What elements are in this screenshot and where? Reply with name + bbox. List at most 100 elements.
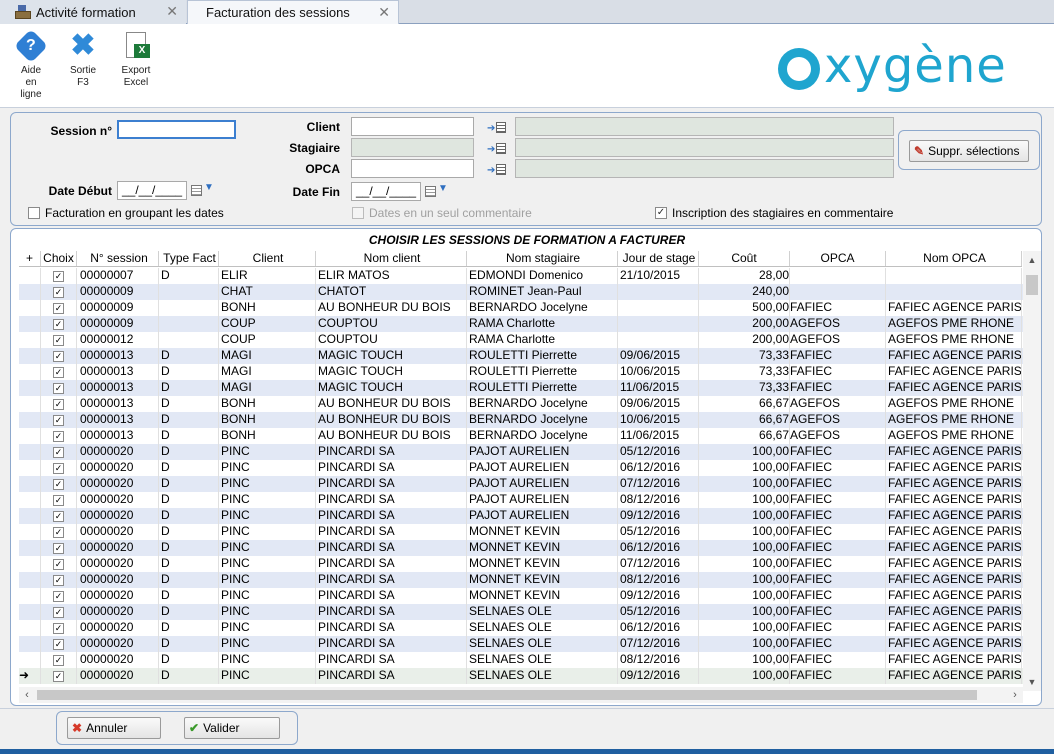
row-checkbox[interactable]: ✓ [41, 460, 77, 476]
scroll-right-icon[interactable]: › [1007, 687, 1023, 703]
column-header[interactable]: N° session [77, 251, 159, 266]
checkbox-box[interactable]: ✓ [53, 495, 64, 506]
table-row[interactable]: ✓ 00000020 D PINC PINCARDI SA MONNET KEVIN 05/… [19, 524, 1023, 540]
export-excel-button[interactable]: X Export Excel [116, 30, 156, 89]
vertical-scrollbar[interactable]: ▲ ▼ [1023, 251, 1041, 691]
table-row[interactable]: ✓ 00000020 D PINC PINCARDI SA PAJOT AURELIEN 0… [19, 460, 1023, 476]
tab-activite-formation[interactable]: Activité formation ✕ [0, 0, 186, 24]
table-row[interactable]: ✓ 00000020 D PINC PINCARDI SA PAJOT AURELIEN 0… [19, 444, 1023, 460]
row-checkbox[interactable]: ✓ [41, 540, 77, 556]
column-header[interactable]: Nom client [316, 251, 467, 266]
checkbox-box[interactable]: ✓ [53, 287, 64, 298]
column-header[interactable]: Type Fact [159, 251, 219, 266]
inscription-checkbox[interactable]: ✓ Inscription des stagiaires en commenta… [655, 206, 893, 220]
table-row[interactable]: ✓ 00000009 COUP COUPTOU RAMA Charlotte 200,00… [19, 316, 1023, 332]
suppr-selections-button[interactable]: ✎ Suppr. sélections [909, 140, 1029, 162]
checkbox-box[interactable]: ✓ [53, 639, 64, 650]
checkbox-box[interactable]: ✓ [53, 303, 64, 314]
table-row[interactable]: ✓ 00000020 D PINC PINCARDI SA MONNET KEVIN 07/… [19, 556, 1023, 572]
checkbox-box[interactable]: ✓ [53, 655, 64, 666]
calendar-icon[interactable]: ▼ [191, 182, 215, 198]
column-header[interactable]: OPCA [790, 251, 886, 266]
checkbox-box[interactable]: ✓ [53, 479, 64, 490]
tab-facturation-sessions[interactable]: Facturation des sessions ✕ [187, 0, 399, 24]
checkbox-box[interactable]: ✓ [53, 559, 64, 570]
row-checkbox[interactable]: ✓ [41, 444, 77, 460]
horizontal-scrollbar[interactable]: ‹ › [19, 687, 1023, 703]
row-checkbox[interactable]: ✓ [41, 668, 77, 684]
scroll-down-icon[interactable]: ▼ [1023, 673, 1041, 691]
calendar-icon[interactable]: ▼ [425, 183, 449, 199]
cancel-button[interactable]: ✖ Annuler [67, 717, 161, 739]
row-checkbox[interactable]: ✓ [41, 300, 77, 316]
row-checkbox[interactable]: ✓ [41, 604, 77, 620]
checkbox-box[interactable]: ✓ [53, 271, 64, 282]
row-checkbox[interactable]: ✓ [41, 284, 77, 300]
row-checkbox[interactable]: ✓ [41, 556, 77, 572]
checkbox-box[interactable]: ✓ [53, 431, 64, 442]
row-checkbox[interactable]: ✓ [41, 652, 77, 668]
checkbox-box[interactable]: ✓ [53, 543, 64, 554]
session-input[interactable] [117, 120, 236, 139]
close-icon[interactable]: ✕ [166, 3, 178, 20]
column-header[interactable]: Nom OPCA [886, 251, 1022, 266]
row-checkbox[interactable]: ✓ [41, 268, 77, 284]
table-row[interactable]: ✓ 00000013 D BONH AU BONHEUR DU BOIS BERNARDO… [19, 428, 1023, 444]
table-row[interactable]: ✓ 00000020 D PINC PINCARDI SA MONNET KEVIN 09/… [19, 588, 1023, 604]
row-checkbox[interactable]: ✓ [41, 620, 77, 636]
checkbox-box[interactable]: ✓ [655, 207, 667, 219]
checkbox-box[interactable] [28, 207, 40, 219]
scroll-thumb[interactable] [37, 690, 977, 700]
date-debut-input[interactable]: __/__/____ [117, 181, 187, 200]
table-row[interactable]: ✓ 00000020 D PINC PINCARDI SA PAJOT AURELIEN 0… [19, 476, 1023, 492]
table-row[interactable]: ✓ 00000013 D MAGI MAGIC TOUCH ROULETTI Pierre… [19, 348, 1023, 364]
table-row[interactable]: ✓ 00000020 D PINC PINCARDI SA SELNAES OLE 06/1… [19, 620, 1023, 636]
group-dates-checkbox[interactable]: Facturation en groupant les dates [28, 206, 224, 220]
table-row[interactable]: ✓ 00000013 D MAGI MAGIC TOUCH ROULETTI Pierre… [19, 380, 1023, 396]
checkbox-box[interactable]: ✓ [53, 319, 64, 330]
checkbox-box[interactable]: ✓ [53, 399, 64, 410]
opca-lookup-icon[interactable]: ➔ [487, 163, 507, 177]
row-checkbox[interactable]: ✓ [41, 636, 77, 652]
validate-button[interactable]: ✔ Valider [184, 717, 280, 739]
table-row[interactable]: ✓ 00000009 CHAT CHATOT ROMINET Jean-Paul 240,… [19, 284, 1023, 300]
table-row[interactable]: ✓ 00000020 D PINC PINCARDI SA SELNAES OLE 05/1… [19, 604, 1023, 620]
checkbox-box[interactable]: ✓ [53, 607, 64, 618]
row-checkbox[interactable]: ✓ [41, 476, 77, 492]
checkbox-box[interactable]: ✓ [53, 511, 64, 522]
row-checkbox[interactable]: ✓ [41, 508, 77, 524]
row-checkbox[interactable]: ✓ [41, 396, 77, 412]
checkbox-box[interactable]: ✓ [53, 367, 64, 378]
opca-code-input[interactable] [351, 159, 474, 178]
stagiaire-lookup-icon[interactable]: ➔ [487, 142, 507, 156]
table-row[interactable]: ✓ 00000020 D PINC PINCARDI SA PAJOT AURELIEN 0… [19, 492, 1023, 508]
table-row[interactable]: ✓ 00000013 D MAGI MAGIC TOUCH ROULETTI Pierre… [19, 364, 1023, 380]
table-row[interactable]: ✓ 00000007 D ELIR ELIR MATOS EDMONDI Domenico… [19, 268, 1023, 284]
checkbox-box[interactable]: ✓ [53, 463, 64, 474]
add-column-icon[interactable]: + [19, 251, 41, 266]
row-checkbox[interactable]: ✓ [41, 428, 77, 444]
row-checkbox[interactable]: ✓ [41, 348, 77, 364]
row-checkbox[interactable]: ✓ [41, 572, 77, 588]
table-row[interactable]: ✓ 00000020 D PINC PINCARDI SA PAJOT AURELIEN 0… [19, 508, 1023, 524]
help-button[interactable]: ? Aide en ligne [11, 29, 51, 101]
row-checkbox[interactable]: ✓ [41, 588, 77, 604]
table-row[interactable]: ✓ 00000013 D BONH AU BONHEUR DU BOIS BERNARDO… [19, 396, 1023, 412]
row-checkbox[interactable]: ✓ [41, 492, 77, 508]
column-header[interactable]: Coût [699, 251, 790, 266]
table-row[interactable]: ✓ 00000020 D PINC PINCARDI SA SELNAES OLE 07/1… [19, 636, 1023, 652]
checkbox-box[interactable]: ✓ [53, 447, 64, 458]
scroll-up-icon[interactable]: ▲ [1023, 251, 1041, 269]
exit-button[interactable]: ✖ Sortie F3 [63, 30, 103, 89]
stagiaire-code-input[interactable] [351, 138, 474, 157]
checkbox-box[interactable]: ✓ [53, 383, 64, 394]
table-row[interactable]: ➜ ✓ 00000020 D PINC PINCARDI SA SELNAES OLE 09/… [19, 668, 1023, 684]
column-header[interactable]: Nom stagiaire [467, 251, 618, 266]
table-row[interactable]: ✓ 00000013 D BONH AU BONHEUR DU BOIS BERNARDO… [19, 412, 1023, 428]
checkbox-box[interactable]: ✓ [53, 335, 64, 346]
row-checkbox[interactable]: ✓ [41, 412, 77, 428]
checkbox-box[interactable]: ✓ [53, 591, 64, 602]
table-row[interactable]: ✓ 00000020 D PINC PINCARDI SA MONNET KEVIN 08/… [19, 572, 1023, 588]
row-checkbox[interactable]: ✓ [41, 380, 77, 396]
scroll-thumb[interactable] [1026, 275, 1038, 295]
